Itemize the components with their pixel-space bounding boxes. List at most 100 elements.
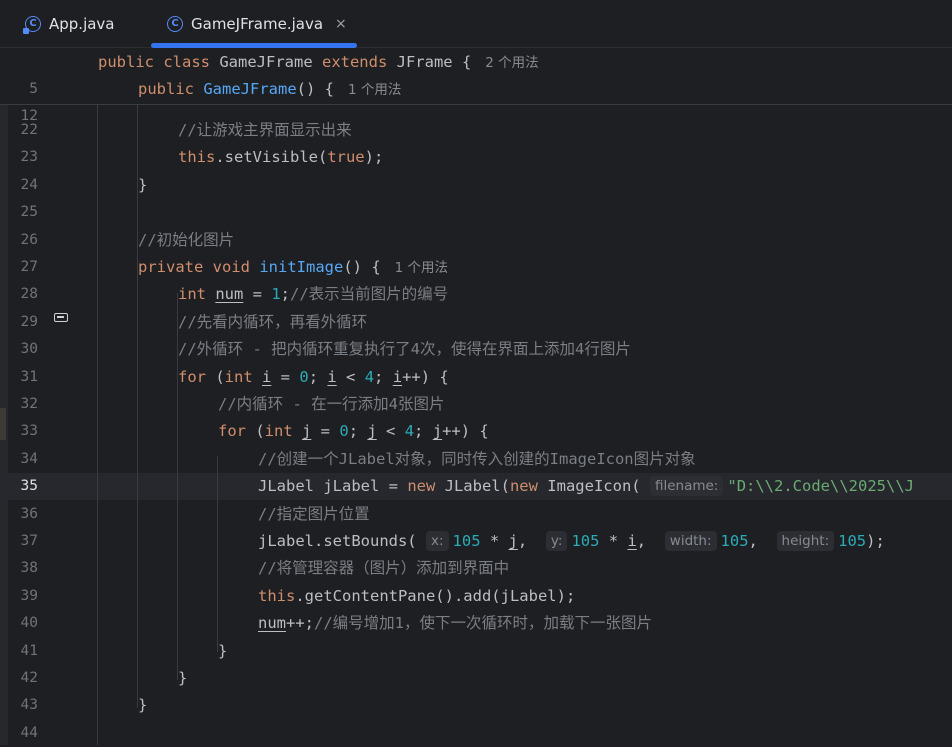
- indent-guide: [217, 456, 218, 652]
- java-class-icon: C: [23, 15, 41, 34]
- line-number: 35: [20, 478, 38, 495]
- code-line-44[interactable]: 44: [0, 720, 952, 747]
- code-token: j: [432, 422, 443, 441]
- code-token: }: [218, 641, 228, 660]
- line-number: 36: [20, 505, 38, 522]
- code-line-28[interactable]: 28 int num = 1;//表示当前图片的编号: [0, 281, 952, 308]
- usage-count-hint[interactable]: 2 个用法: [485, 55, 538, 71]
- code-token: ;: [348, 422, 368, 441]
- line-code: for (int i = 0; i < 4; i++) {: [178, 364, 449, 391]
- line-code: }: [138, 172, 147, 199]
- code-token: int: [178, 285, 216, 304]
- sticky-scroll-header[interactable]: 5 public class GameJFrame extends JFrame…: [0, 48, 952, 124]
- code-token: () {: [343, 258, 381, 276]
- code-token: }: [178, 669, 188, 687]
- code-line-43[interactable]: 43}: [0, 692, 952, 719]
- close-icon[interactable]: ×: [335, 16, 347, 32]
- code-token: *: [480, 532, 509, 550]
- code-token: 0: [299, 367, 309, 386]
- code-line-22[interactable]: 22//让游戏主界面显示出来: [0, 117, 952, 144]
- code-token: }: [138, 175, 148, 194]
- line-code: //外循环 - 把内循环重复执行了4次，使得在界面上添加4行图片: [178, 336, 631, 363]
- code-token: GameJFrame: [203, 80, 297, 98]
- code-line-33[interactable]: 33 for (int j = 0; j < 4; j++) {: [0, 418, 952, 445]
- code-token: public class: [98, 53, 220, 71]
- line-code: int num = 1;//表示当前图片的编号: [178, 281, 448, 308]
- code-token: }: [138, 696, 148, 715]
- code-line-40[interactable]: 40 num++;//编号增加1，使下一次循环时，加载下一张图片: [0, 610, 952, 637]
- line-code: num++;//编号增加1，使下一次循环时，加载下一张图片: [258, 610, 652, 637]
- code-line-32[interactable]: 32 //内循环 - 在一行添加4张图片: [0, 391, 952, 418]
- code-token: //让游戏主界面显示出来: [178, 121, 352, 139]
- code-token: //内循环 - 在一行添加4张图片: [218, 395, 445, 413]
- tab-app-java[interactable]: C App.java: [23, 0, 115, 47]
- code-editor[interactable]: 5 public class GameJFrame extends JFrame…: [0, 48, 952, 745]
- code-token: i: [627, 532, 637, 550]
- code-line-29[interactable]: 29 //先看内循环，再看外循环: [0, 309, 952, 336]
- line-number: 30: [20, 341, 38, 358]
- line-code: //将管理容器（图片）添加到界面中: [258, 555, 509, 582]
- code-line-35[interactable]: 35 JLabel jLabel = new JLabel(new ImageIc…: [0, 473, 952, 501]
- tab-label: App.java: [49, 14, 115, 33]
- code-line-25[interactable]: 25: [0, 199, 952, 226]
- line-code: //指定图片位置: [258, 501, 370, 528]
- code-token: true: [327, 148, 365, 167]
- code-line-26[interactable]: 26 //初始化图片: [0, 227, 952, 254]
- code-token: 0: [339, 422, 349, 441]
- code-line-36[interactable]: 36 //指定图片位置: [0, 501, 952, 528]
- code-token: i: [392, 367, 403, 386]
- code-token: ++) {: [402, 367, 449, 386]
- code-line-23[interactable]: 23 this.setVisible(true);: [0, 144, 952, 171]
- code-line-31[interactable]: 31 for (int i = 0; i < 4; i++) {: [0, 364, 952, 391]
- sticky-line-12: 12 public GameJFrame() {1 个用法: [20, 80, 402, 124]
- line-number: 34: [20, 450, 38, 467]
- code-token: //外循环 - 把内循环重复执行了4次，使得在界面上添加4行图片: [178, 340, 631, 359]
- code-line-41[interactable]: 41}: [0, 638, 952, 665]
- code-token: 105: [571, 532, 600, 550]
- tab-gamejframe-java[interactable]: C GameJFrame.java ×: [167, 0, 347, 47]
- code-line-39[interactable]: 39 this.getContentPane().add(jLabel);: [0, 583, 952, 610]
- implementation-gutter-icon[interactable]: [54, 313, 68, 322]
- line-code: //初始化图片: [138, 227, 234, 254]
- code-token: =: [243, 285, 272, 304]
- code-token: );: [866, 532, 885, 550]
- line-number: 25: [20, 204, 38, 221]
- code-line-34[interactable]: 34 //创建一个JLabel对象，同时传入创建的ImageIcon图片对象: [0, 446, 952, 473]
- code-line-37[interactable]: 37 jLabel.setBounds( x: 105 * j, y: 105 * i…: [0, 528, 952, 555]
- code-line-24[interactable]: 24}: [0, 172, 952, 199]
- line-number: 33: [20, 423, 38, 440]
- code-token: ;: [280, 285, 291, 304]
- code-token: ;: [308, 367, 328, 386]
- code-token: i: [327, 367, 337, 386]
- code-token: //先看内循环，再看外循环: [178, 312, 368, 331]
- code-token: num: [258, 614, 286, 633]
- code-token: "D:\\2.Code\\2025\\J: [727, 477, 914, 496]
- line-number: 26: [20, 231, 38, 248]
- code-token: ;: [374, 367, 393, 386]
- code-token: j: [302, 422, 312, 441]
- line-code: this.getContentPane().add(jLabel);: [258, 583, 575, 610]
- line-code: }: [178, 665, 187, 692]
- code-line-38[interactable]: 38 //将管理容器（图片）添加到界面中: [0, 555, 952, 582]
- code-token: ,: [636, 532, 665, 550]
- usage-count-hint[interactable]: 1 个用法: [348, 82, 401, 98]
- line-code: JLabel jLabel = new JLabel(new ImageIcon…: [258, 473, 914, 500]
- line-number: 32: [20, 396, 38, 412]
- code-token: JFrame {: [396, 53, 472, 71]
- code-token: int: [224, 367, 262, 386]
- code-token: jLabel.setBounds(: [258, 532, 426, 550]
- code-line-30[interactable]: 30 //外循环 - 把内循环重复执行了4次，使得在界面上添加4行图片: [0, 336, 952, 363]
- line-number: 37: [20, 533, 38, 549]
- code-token: this: [178, 148, 216, 167]
- code-token: ImageIcon(: [547, 477, 650, 496]
- parameter-hint: height:: [776, 531, 835, 551]
- code-line-42[interactable]: 42}: [0, 665, 952, 692]
- line-number: 39: [20, 587, 38, 604]
- code-token: () {: [296, 80, 334, 98]
- java-class-icon: C: [167, 15, 183, 32]
- code-line-27[interactable]: 27 private void initImage() {1 个用法: [0, 254, 952, 281]
- usage-count-hint[interactable]: 1 个用法: [395, 260, 448, 276]
- code-token: new: [509, 477, 548, 496]
- indent-guide: [177, 293, 178, 680]
- code-token: //创建一个JLabel对象，同时传入创建的ImageIcon图片对象: [258, 449, 696, 468]
